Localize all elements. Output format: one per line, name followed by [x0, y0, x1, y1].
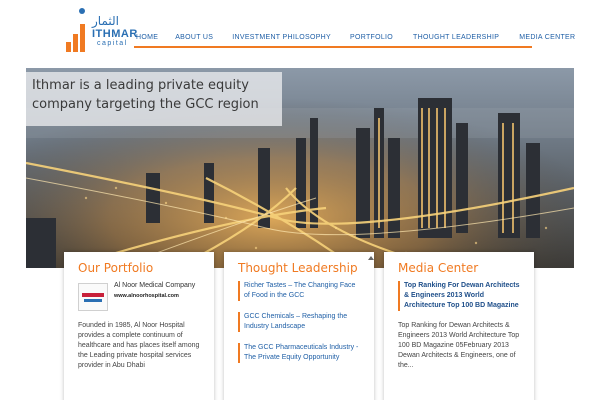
al-noor-logo-icon[interactable] [78, 283, 108, 311]
thought-item-title[interactable]: The GCC Pharmaceuticals Industry -The Pr… [244, 343, 360, 363]
portfolio-company-name: Al Noor Medical Company [114, 282, 196, 289]
portfolio-heading: Our Portfolio [78, 261, 154, 275]
media-item-body: Top Ranking for Dewan Architects & Engin… [398, 322, 520, 369]
thought-leadership-panel: Thought Leadership Richer Tastes – The C… [224, 252, 374, 400]
logo-bar-icon [80, 24, 85, 52]
list-item[interactable]: Richer Tastes – The Changing Face of Foo… [238, 281, 360, 301]
list-item[interactable]: The GCC Pharmaceuticals Industry -The Pr… [238, 343, 360, 363]
logo-bar-icon [73, 34, 78, 52]
logo-sub: capital [97, 40, 128, 47]
page: الثمار ITHMAR capital HOME ABOUT US INVE… [0, 0, 600, 400]
logo-dot-icon [79, 8, 85, 14]
main-nav: HOME ABOUT US INVESTMENT PHILOSOPHY PORT… [134, 28, 575, 48]
logo-bar-icon [66, 42, 71, 52]
portfolio-description: Founded in 1985, Al Noor Hospital provid… [78, 322, 200, 369]
media-center-panel: Media Center Top Ranking For Dewan Archi… [384, 252, 534, 400]
media-item-title[interactable]: Top Ranking For Dewan Architects & Engin… [404, 281, 520, 311]
ithmar-logo[interactable]: الثمار ITHMAR capital [64, 8, 137, 52]
nav-about-us[interactable]: ABOUT US [175, 34, 213, 41]
portfolio-company-url[interactable]: www.alnoorhospital.com [114, 293, 195, 299]
nav-home[interactable]: HOME [136, 34, 158, 41]
thought-item-title[interactable]: Richer Tastes – The Changing Face of Foo… [244, 281, 360, 301]
nav-investment-philosophy[interactable]: INVESTMENT PHILOSOPHY [232, 34, 331, 41]
site-header: الثمار ITHMAR capital HOME ABOUT US INVE… [0, 0, 600, 62]
thought-item-title[interactable]: GCC Chemicals – Reshaping the Industry L… [244, 312, 360, 332]
media-center-heading: Media Center [398, 261, 479, 275]
hero-tagline: Ithmar is a leading private equity compa… [32, 78, 259, 112]
hero-tagline-box: Ithmar is a leading private equity compa… [26, 72, 282, 126]
nav-thought-leadership[interactable]: THOUGHT LEADERSHIP [413, 34, 499, 41]
scroll-up-arrow-icon[interactable] [368, 256, 374, 260]
logo-arabic-text: الثمار [92, 14, 119, 28]
nav-media-center[interactable]: MEDIA CENTER [519, 34, 575, 41]
logo-name: ITHMAR [92, 28, 138, 40]
media-item-title-box[interactable]: Top Ranking For Dewan Architects & Engin… [398, 281, 520, 311]
list-item[interactable]: GCC Chemicals – Reshaping the Industry L… [238, 312, 360, 332]
nav-portfolio[interactable]: PORTFOLIO [350, 34, 393, 41]
portfolio-panel: Our Portfolio Al Noor Medical Company ww… [64, 252, 214, 400]
portfolio-entry[interactable]: Al Noor Medical Company www.alnoorhospit… [78, 281, 200, 311]
thought-leadership-heading: Thought Leadership [238, 261, 358, 275]
